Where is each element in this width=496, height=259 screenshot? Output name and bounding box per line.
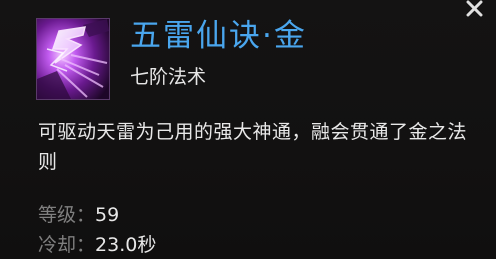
close-button[interactable] xyxy=(463,0,487,22)
level-value: 59 xyxy=(95,204,120,226)
close-icon xyxy=(466,0,483,17)
skill-tooltip: 五雷仙诀·金 七阶法术 可驱动天雷为己用的强大神通，融会贯通了金之法则 等级：5… xyxy=(0,0,496,259)
level-label: 等级： xyxy=(38,204,96,226)
cooldown-value: 23.0秒 xyxy=(95,234,157,256)
cooldown-label: 冷却： xyxy=(38,234,96,256)
skill-description: 可驱动天雷为己用的强大神通，融会贯通了金之法则 xyxy=(38,121,468,173)
level-stat: 等级：59 xyxy=(38,202,119,228)
skill-icon xyxy=(36,18,110,100)
cooldown-stat: 冷却：23.0秒 xyxy=(38,232,156,258)
skill-title: 五雷仙诀·金 xyxy=(130,18,307,54)
purple-lightning-skill-icon xyxy=(37,19,109,99)
skill-rank: 七阶法术 xyxy=(130,66,207,88)
